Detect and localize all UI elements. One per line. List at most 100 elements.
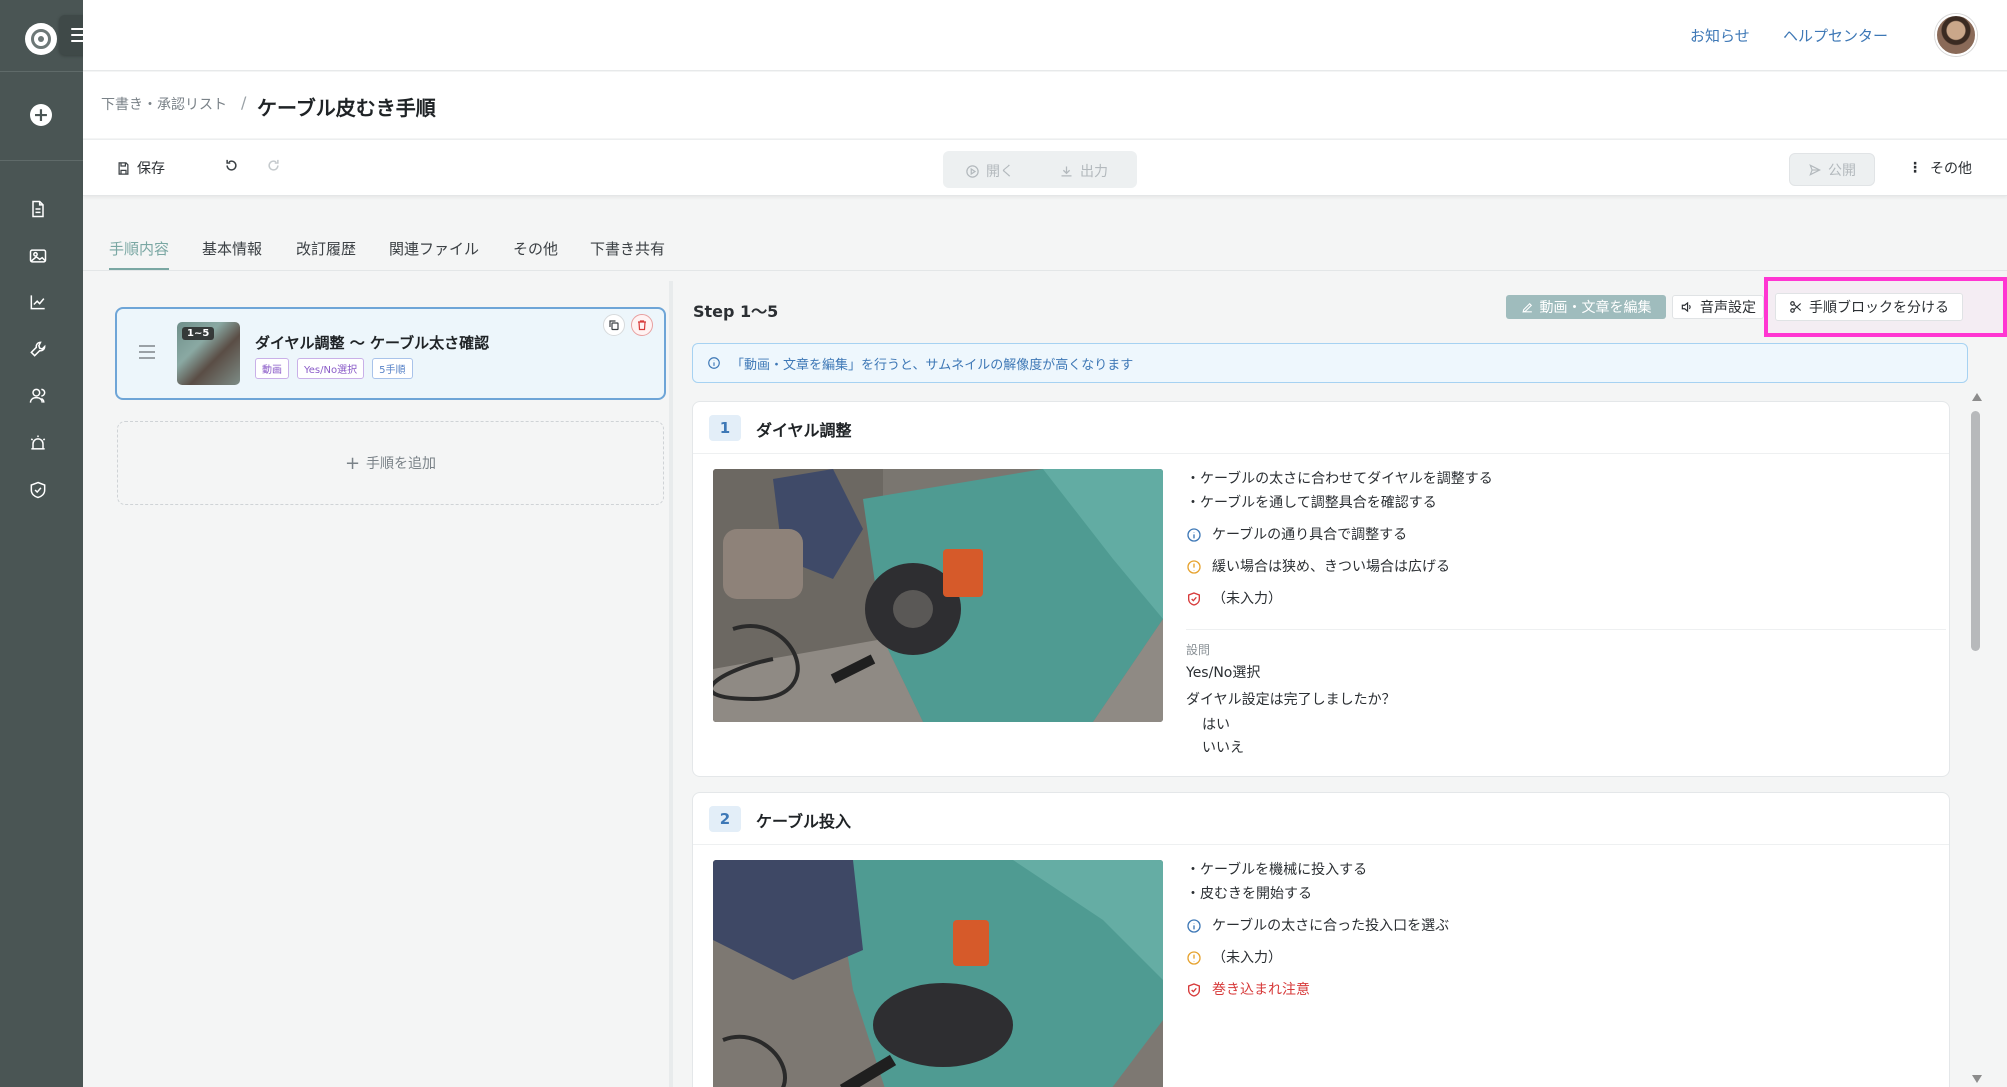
step-bullet: ・ケーブルを機械に投入する [1186, 862, 1368, 878]
page-title: ケーブル皮むき手順 [257, 96, 436, 120]
chart-icon[interactable] [27, 291, 49, 313]
tag-yes-no: Yes/No選択 [297, 358, 365, 379]
notifications-link[interactable]: お知らせ [1690, 25, 1750, 46]
top-header: お知らせ ヘルプセンター [83, 0, 2007, 71]
panel-resize-divider[interactable] [669, 281, 673, 1087]
copy-icon [609, 320, 619, 331]
step-content: ・ケーブルの太さに合わせてダイヤルを調整する ・ケーブルを通して調整具合を確認す… [1186, 467, 1946, 760]
warning-circle-icon [1187, 560, 1201, 574]
step-range-heading: Step 1〜5 [693, 302, 779, 321]
step-range-badge: 1~5 [182, 327, 215, 340]
delete-block-button[interactable] [631, 314, 653, 336]
open-button[interactable]: 開く [965, 161, 1014, 181]
export-label: 出力 [1080, 164, 1108, 180]
safety-note-text: （未入力） [1212, 591, 1282, 607]
more-menu-button[interactable]: ⋮ その他 [1908, 158, 1972, 178]
procedure-block-card[interactable]: 1~5 ダイヤル調整 〜 ケーブル太さ確認 動画 Yes/No選択 5手順 [115, 307, 666, 400]
help-center-link[interactable]: ヘルプセンター [1783, 25, 1888, 46]
edit-video-text-button[interactable]: 動画・文章を編集 [1506, 295, 1666, 319]
info-icon [708, 357, 720, 369]
tab-procedure-content[interactable]: 手順内容 [109, 238, 169, 259]
tab-related-files[interactable]: 関連ファイル [389, 238, 479, 259]
step-header: 1 ダイヤル調整 [693, 402, 1949, 454]
step-card-1[interactable]: 1 ダイヤル調整 ・ケーブルの太さに合わせてダイヤルを調整する ・ケーブルを通し [692, 401, 1950, 777]
step-video-thumbnail[interactable] [713, 860, 1163, 1087]
toolbar: 保存 開く 出力 公開 ⋮ その他 [83, 139, 2007, 196]
block-tags: 動画 Yes/No選択 5手順 [255, 358, 413, 379]
sidebar-divider [0, 160, 83, 161]
user-avatar[interactable] [1935, 14, 1977, 56]
sidebar-divider [0, 71, 83, 72]
open-label: 開く [986, 164, 1014, 180]
plus-icon: + [344, 452, 361, 474]
step-video-thumbnail[interactable] [713, 469, 1163, 722]
question-option: はい [1202, 717, 1230, 733]
step-number: 1 [709, 415, 741, 441]
scroll-down-arrow[interactable] [1972, 1075, 1982, 1083]
scrollbar-thumb[interactable] [1971, 411, 1980, 651]
safety-note: （未入力） [1186, 583, 1936, 615]
redo-icon [268, 159, 279, 171]
speaker-icon [1681, 301, 1691, 313]
voice-settings-button[interactable]: 音声設定 [1672, 295, 1764, 319]
warning-note: （未入力） [1186, 942, 1936, 974]
add-step-label: 手順を追加 [366, 456, 437, 472]
question-type: Yes/No選択 [1186, 665, 1261, 681]
info-circle-icon [1187, 528, 1201, 542]
download-icon [1061, 166, 1072, 176]
wrench-icon[interactable] [27, 338, 49, 360]
document-icon[interactable] [27, 198, 49, 220]
save-icon [118, 161, 129, 175]
split-block-button[interactable]: 手順ブロックを分ける [1775, 293, 1963, 321]
step-content: ・ケーブルを機械に投入する ・皮むきを開始する ケーブルの太さに合った投入口を選… [1186, 858, 1936, 1006]
block-thumbnail: 1~5 [177, 322, 240, 385]
tab-basic-info[interactable]: 基本情報 [202, 238, 262, 259]
tab-revision-history[interactable]: 改訂履歴 [296, 238, 356, 259]
redo-button[interactable] [266, 158, 281, 173]
step-bullet: ・皮むきを開始する [1186, 886, 1312, 902]
more-label: その他 [1930, 161, 1972, 177]
app-logo[interactable] [25, 23, 57, 55]
question-divider [1186, 629, 1946, 630]
alarm-icon[interactable] [27, 432, 49, 454]
step-header: 2 ケーブル投入 [693, 793, 1949, 845]
breadcrumb-parent-link[interactable]: 下書き・承認リスト [101, 94, 227, 114]
info-note: ケーブルの太さに合った投入口を選ぶ [1186, 910, 1936, 942]
publish-button[interactable]: 公開 [1789, 153, 1875, 186]
scroll-up-arrow[interactable] [1972, 393, 1982, 401]
kebab-icon: ⋮ [1908, 160, 1922, 176]
add-step-button[interactable]: + 手順を追加 [117, 421, 664, 505]
step-bullet: ・ケーブルの太さに合わせてダイヤルを調整する [1186, 471, 1493, 487]
create-new-button[interactable]: + [30, 104, 52, 126]
duplicate-block-button[interactable] [603, 314, 625, 336]
step-card-2[interactable]: 2 ケーブル投入 ・ケーブルを機械に投入する ・皮むきを開始する ケーブルの太さ… [692, 792, 1950, 1087]
save-label: 保存 [137, 161, 165, 177]
undo-button[interactable] [224, 158, 239, 173]
step-title: ケーブル投入 [756, 812, 852, 831]
info-note-text: ケーブルの通り具合で調整する [1212, 527, 1408, 543]
send-icon [1809, 163, 1821, 176]
block-list-panel: 1~5 ダイヤル調整 〜 ケーブル太さ確認 動画 Yes/No選択 5手順 + … [83, 281, 673, 1087]
export-button[interactable]: 出力 [1059, 161, 1108, 181]
open-export-group: 開く 出力 [943, 151, 1137, 188]
tab-draft-share[interactable]: 下書き共有 [590, 238, 665, 259]
step-detail-panel: Step 1〜5 動画・文章を編集 音声設定 手順ブロックを分ける 「動画・文章… [675, 277, 2007, 1087]
tab-other[interactable]: その他 [513, 238, 558, 259]
step-title: ダイヤル調整 [756, 421, 852, 440]
shield-check-icon[interactable] [27, 479, 49, 501]
sidebar: + [0, 0, 101, 1087]
trash-icon [638, 320, 646, 331]
info-circle-icon [1187, 919, 1201, 933]
tag-step-count: 5手順 [372, 358, 413, 379]
save-button[interactable]: 保存 [116, 158, 165, 178]
image-icon[interactable] [27, 245, 49, 267]
drag-handle-icon[interactable] [139, 345, 155, 359]
undo-icon [226, 159, 237, 171]
warning-note: 緩い場合は狭め、きつい場合は広げる [1186, 551, 1936, 583]
warning-note-text: 緩い場合は狭め、きつい場合は広げる [1212, 559, 1450, 575]
users-icon[interactable] [27, 385, 49, 407]
info-banner-text: 「動画・文章を編集」を行うと、サムネイルの解像度が高くなります [731, 357, 1134, 373]
block-actions [603, 314, 653, 336]
question-label: 設問 [1186, 643, 1211, 657]
edit-video-text-label: 動画・文章を編集 [1539, 300, 1652, 316]
